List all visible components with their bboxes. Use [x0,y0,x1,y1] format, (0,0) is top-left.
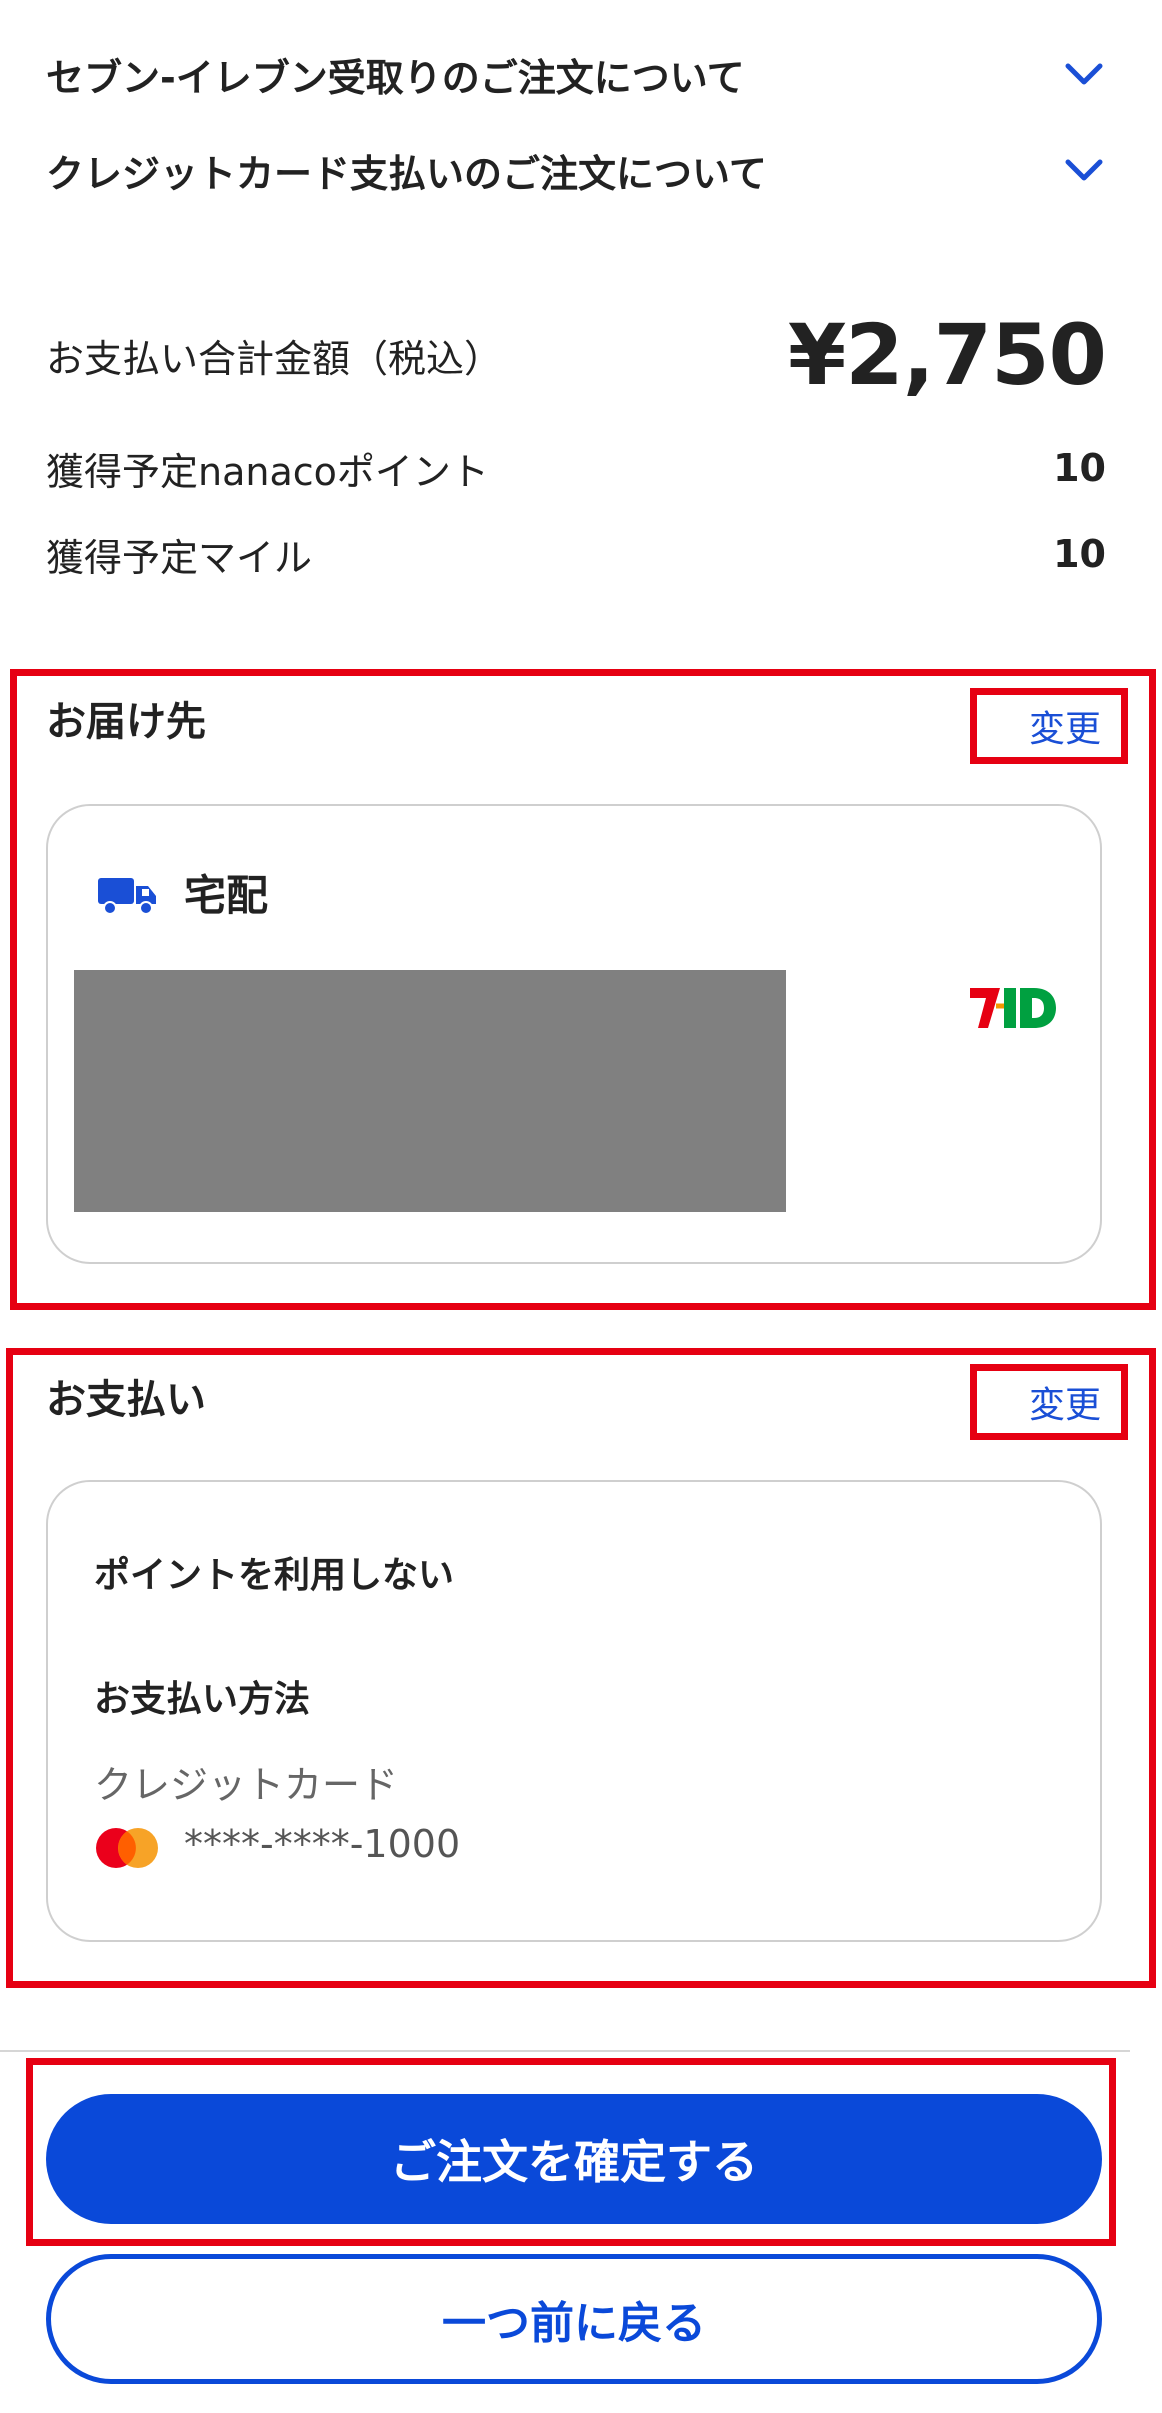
delivery-card: 宅配 [46,804,1102,1264]
truck-icon [96,874,160,918]
nanaco-points-label: 獲得予定nanacoポイント [46,449,489,494]
payment-change-label: 変更 [1028,1385,1101,1426]
delivery-change-label: 変更 [1028,709,1101,750]
divider [0,2050,1130,2052]
accordion-credit-card[interactable]: クレジットカード支払いのご注文について [46,130,1106,210]
total-row: お支払い合計金額（税込） ¥2,750 [46,300,1107,410]
total-label: お支払い合計金額（税込） [46,336,503,381]
mile-row: 獲得予定マイル 10 [46,524,1106,584]
back-button[interactable]: 一つ前に戻る [46,2254,1102,2384]
delivery-method: 宅配 [184,871,269,920]
redacted-address [74,970,786,1212]
seven-id-logo [966,978,1066,1038]
payment-card: ポイントを利用しない お支払い方法 クレジットカード ****-****-100… [46,1480,1102,1942]
payment-method-value: クレジットカード [94,1763,399,1807]
chevron-down-icon[interactable] [1062,148,1106,192]
mastercard-icon [94,1826,160,1870]
accordion-label: クレジットカード支払いのご注文について [46,151,767,196]
payment-change-button[interactable]: 変更 [970,1364,1128,1440]
total-value: ¥2,750 [787,306,1107,404]
card-number: ****-****-1000 [184,1822,461,1866]
mile-value: 10 [1053,532,1106,576]
accordion-label: セブン-イレブン受取りのご注文について [46,55,745,100]
payment-method-heading: お支払い方法 [94,1679,311,1720]
points-usage-text: ポイントを利用しない [94,1555,455,1596]
confirm-order-button[interactable]: ご注文を確定する [46,2094,1102,2224]
nanaco-points-value: 10 [1053,446,1106,490]
nanaco-points-row: 獲得予定nanacoポイント 10 [46,438,1106,498]
mile-label: 獲得予定マイル [46,535,313,580]
delivery-change-button[interactable]: 変更 [970,688,1128,764]
back-label: 一つ前に戻る [442,2298,706,2349]
payment-title: お支払い [46,1377,206,1423]
confirm-order-label: ご注文を確定する [390,2135,758,2189]
accordion-seven-eleven-pickup[interactable]: セブン-イレブン受取りのご注文について [46,34,1106,114]
delivery-title: お届け先 [46,699,206,745]
chevron-down-icon[interactable] [1062,52,1106,96]
